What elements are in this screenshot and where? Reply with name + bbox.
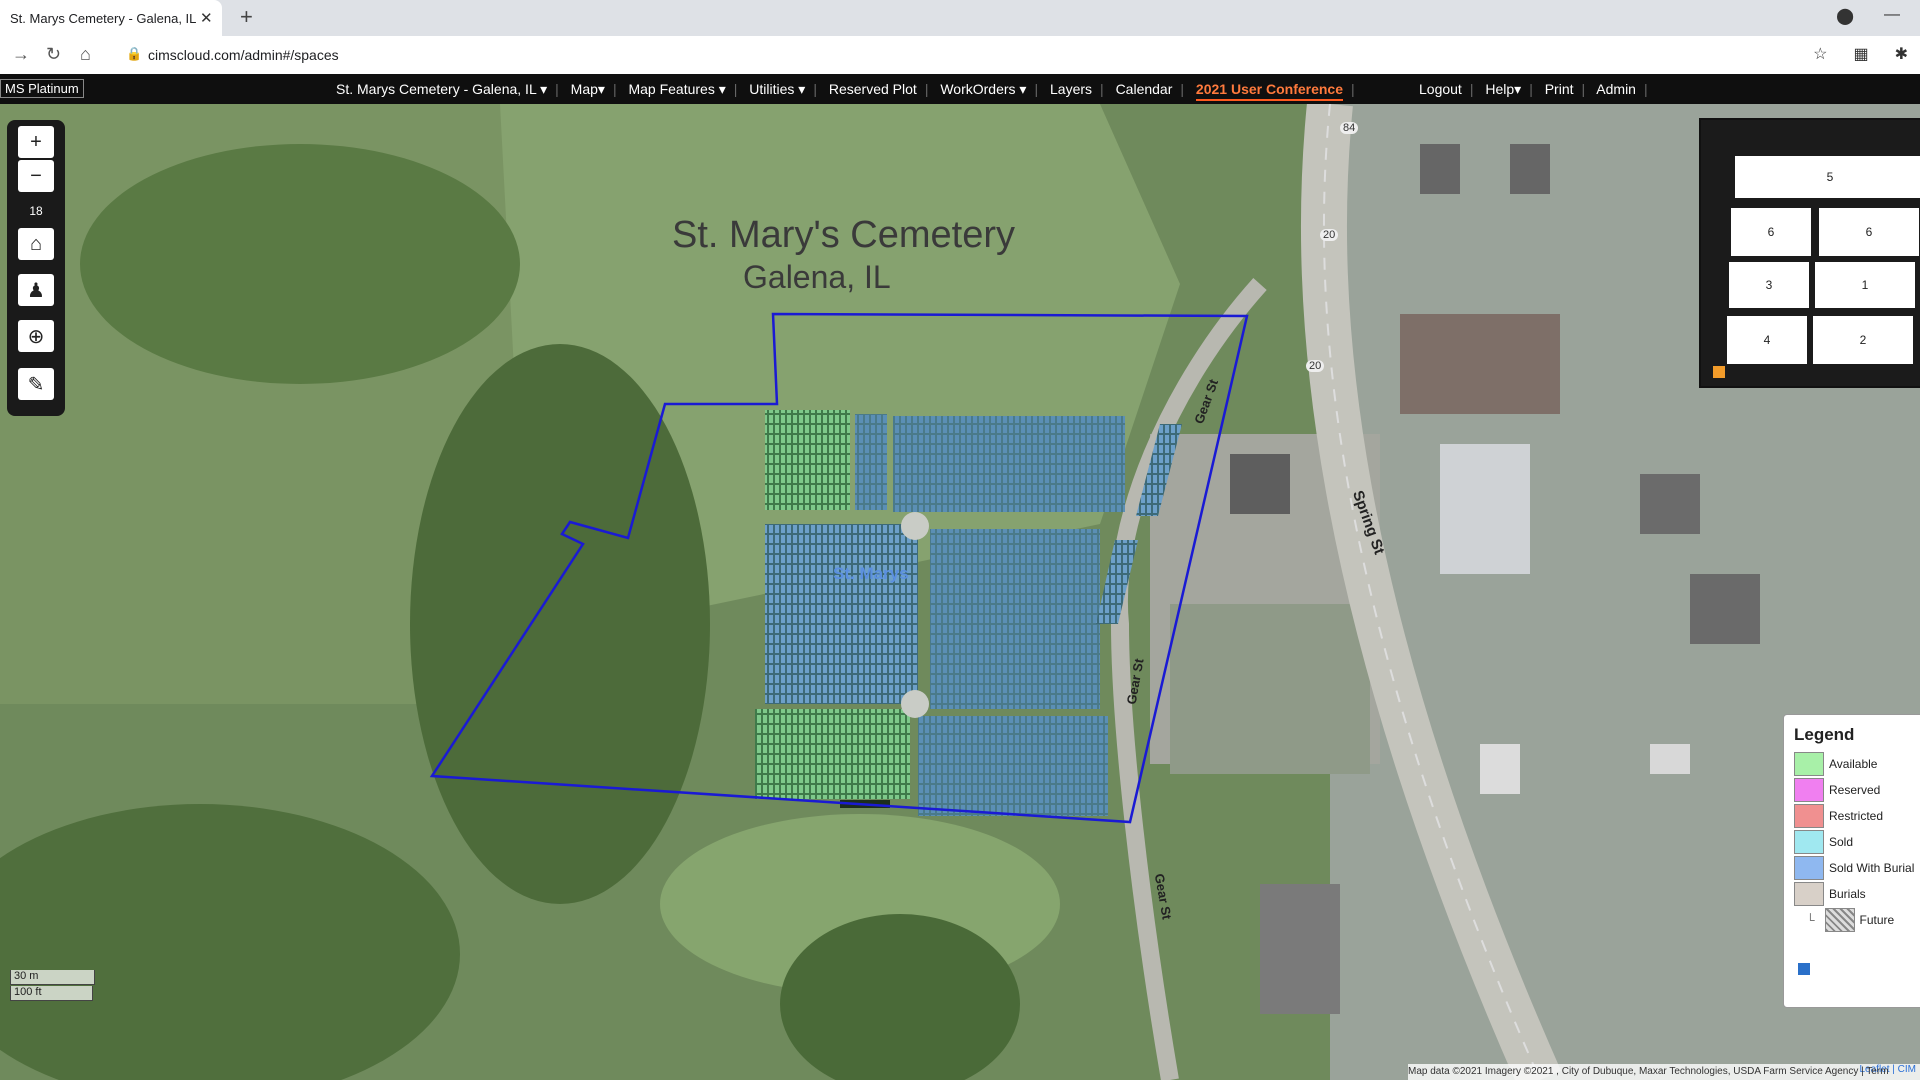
legend-item-sold: Sold [1794,829,1920,855]
legend-swatch [1794,752,1824,776]
legend-swatch [1794,882,1824,906]
street-view-icon[interactable]: ♟ [18,274,54,306]
legend-swatch [1824,908,1855,932]
menu-reserved-plot[interactable]: Reserved Plot [829,81,917,97]
minimize-icon[interactable]: — [1884,6,1900,26]
window-controls: ⬤ — [1836,6,1900,26]
highway-shield-84: 84 [1340,122,1359,134]
right-menu: Logout | Help▾ | Print | Admin | [1419,81,1648,97]
menu-print[interactable]: Print [1545,81,1574,97]
puzzle-icon[interactable]: ✱ [1895,44,1908,64]
legend-title: Legend [1794,725,1855,744]
legend-item-future: └ Future [1806,907,1920,933]
menu-utilities[interactable]: Utilities ▾ [749,81,805,97]
reload-icon[interactable]: ↻ [46,44,61,65]
scale-metric: 30 m [10,970,95,985]
tree-branch-icon: └ [1806,913,1815,927]
measure-ruler-icon[interactable]: ✎ [18,368,54,400]
zoom-level: 18 [29,204,43,218]
minimap-lot-3[interactable]: 3 [1729,262,1809,308]
minimap-toggle-icon[interactable] [1713,366,1725,378]
map-canvas[interactable]: St. Mary's Cemetery Galena, IL St. Marys… [0,104,1920,1080]
attribution-text: Map data ©2021 Imagery ©2021 , City of D… [1408,1066,1888,1077]
extension-icons: ☆ ▦ ✱ [1813,44,1908,64]
tab-title: St. Marys Cemetery - Galena, IL - [10,10,200,26]
minimap[interactable]: 5 6 6 3 1 4 2 [1699,118,1920,388]
home-icon[interactable]: ⌂ [18,228,54,260]
scale-imperial: 100 ft [10,986,93,1001]
browser-tab-bar: St. Marys Cemetery - Galena, IL - ✕ + ⬤ … [0,0,1920,36]
highway-shield-20a: 20 [1320,229,1339,241]
minimap-lot-2[interactable]: 2 [1813,316,1913,364]
menu-user-conference[interactable]: 2021 User Conference [1195,81,1343,101]
minimap-lot-6a[interactable]: 6 [1731,208,1811,256]
minimap-lot-6b[interactable]: 6 [1819,208,1919,256]
menu-admin[interactable]: Admin [1596,81,1636,97]
forward-icon[interactable]: → [12,44,30,65]
extension-icon[interactable]: ▦ [1853,44,1868,64]
minimap-lot-1[interactable]: 1 [1815,262,1915,308]
app-menu-bar: MS Platinum St. Marys Cemetery - Galena,… [0,74,1920,104]
map-subtitle: Galena, IL [743,259,891,295]
url-field[interactable]: cimscloud.com/admin#/spaces [148,47,339,63]
legend-swatch [1794,856,1824,880]
legend-swatch [1794,778,1824,802]
menu-layers[interactable]: Layers [1050,81,1092,97]
address-bar-row: → ↻ ⌂ 🔒 cimscloud.com/admin#/spaces ☆ ▦ … [0,36,1920,75]
zoom-out-button[interactable]: − [18,160,54,192]
close-tab-icon[interactable]: ✕ [200,9,213,27]
legend-item-reserved: Reserved [1794,777,1920,803]
highway-shield-20b: 20 [1306,360,1325,372]
lock-icon: 🔒 [126,46,143,61]
map-controls: + − 18 ⌂ ♟ ⊕ ✎ [7,120,65,416]
legend-panel: Legend Available Reserved Restricted Sol… [1783,714,1920,1008]
legend-item-burials: Burials [1794,881,1920,907]
menu-calendar[interactable]: Calendar [1116,81,1173,97]
minimap-lot-5[interactable]: 5 [1735,156,1920,198]
site-selector[interactable]: St. Marys Cemetery - Galena, IL ▾ [336,81,547,97]
legend-swatch [1794,804,1824,828]
menu-workorders[interactable]: WorkOrders ▾ [940,81,1026,97]
legend-item-available: Available [1794,751,1920,777]
zoom-search-icon[interactable]: ⊕ [18,320,54,352]
new-tab-icon[interactable]: + [240,4,253,30]
home-browser-icon[interactable]: ⌂ [80,44,91,65]
menu-map[interactable]: Map▾ [571,81,605,97]
browser-tab[interactable]: St. Marys Cemetery - Galena, IL - ✕ [0,0,222,36]
zoom-in-button[interactable]: + [18,126,54,158]
profile-icon[interactable]: ⬤ [1836,6,1854,26]
section-label[interactable]: St. Marys [833,564,909,584]
minimap-lot-4[interactable]: 4 [1727,316,1807,364]
menu-logout[interactable]: Logout [1419,81,1462,97]
menu-map-features[interactable]: Map Features ▾ [628,81,725,97]
map-title: St. Mary's Cemetery [672,214,1015,256]
legend-toggle-icon[interactable] [1798,963,1810,975]
legend-item-sold-with-burial: Sold With Burial [1794,855,1920,881]
legend-swatch [1794,830,1824,854]
menu-help[interactable]: Help▾ [1485,81,1521,97]
brand-label[interactable]: MS Platinum [0,79,84,98]
bookmark-star-icon[interactable]: ☆ [1813,44,1827,64]
main-menu: St. Marys Cemetery - Galena, IL ▾ | Map▾ |… [336,81,1363,101]
legend-item-restricted: Restricted [1794,803,1920,829]
